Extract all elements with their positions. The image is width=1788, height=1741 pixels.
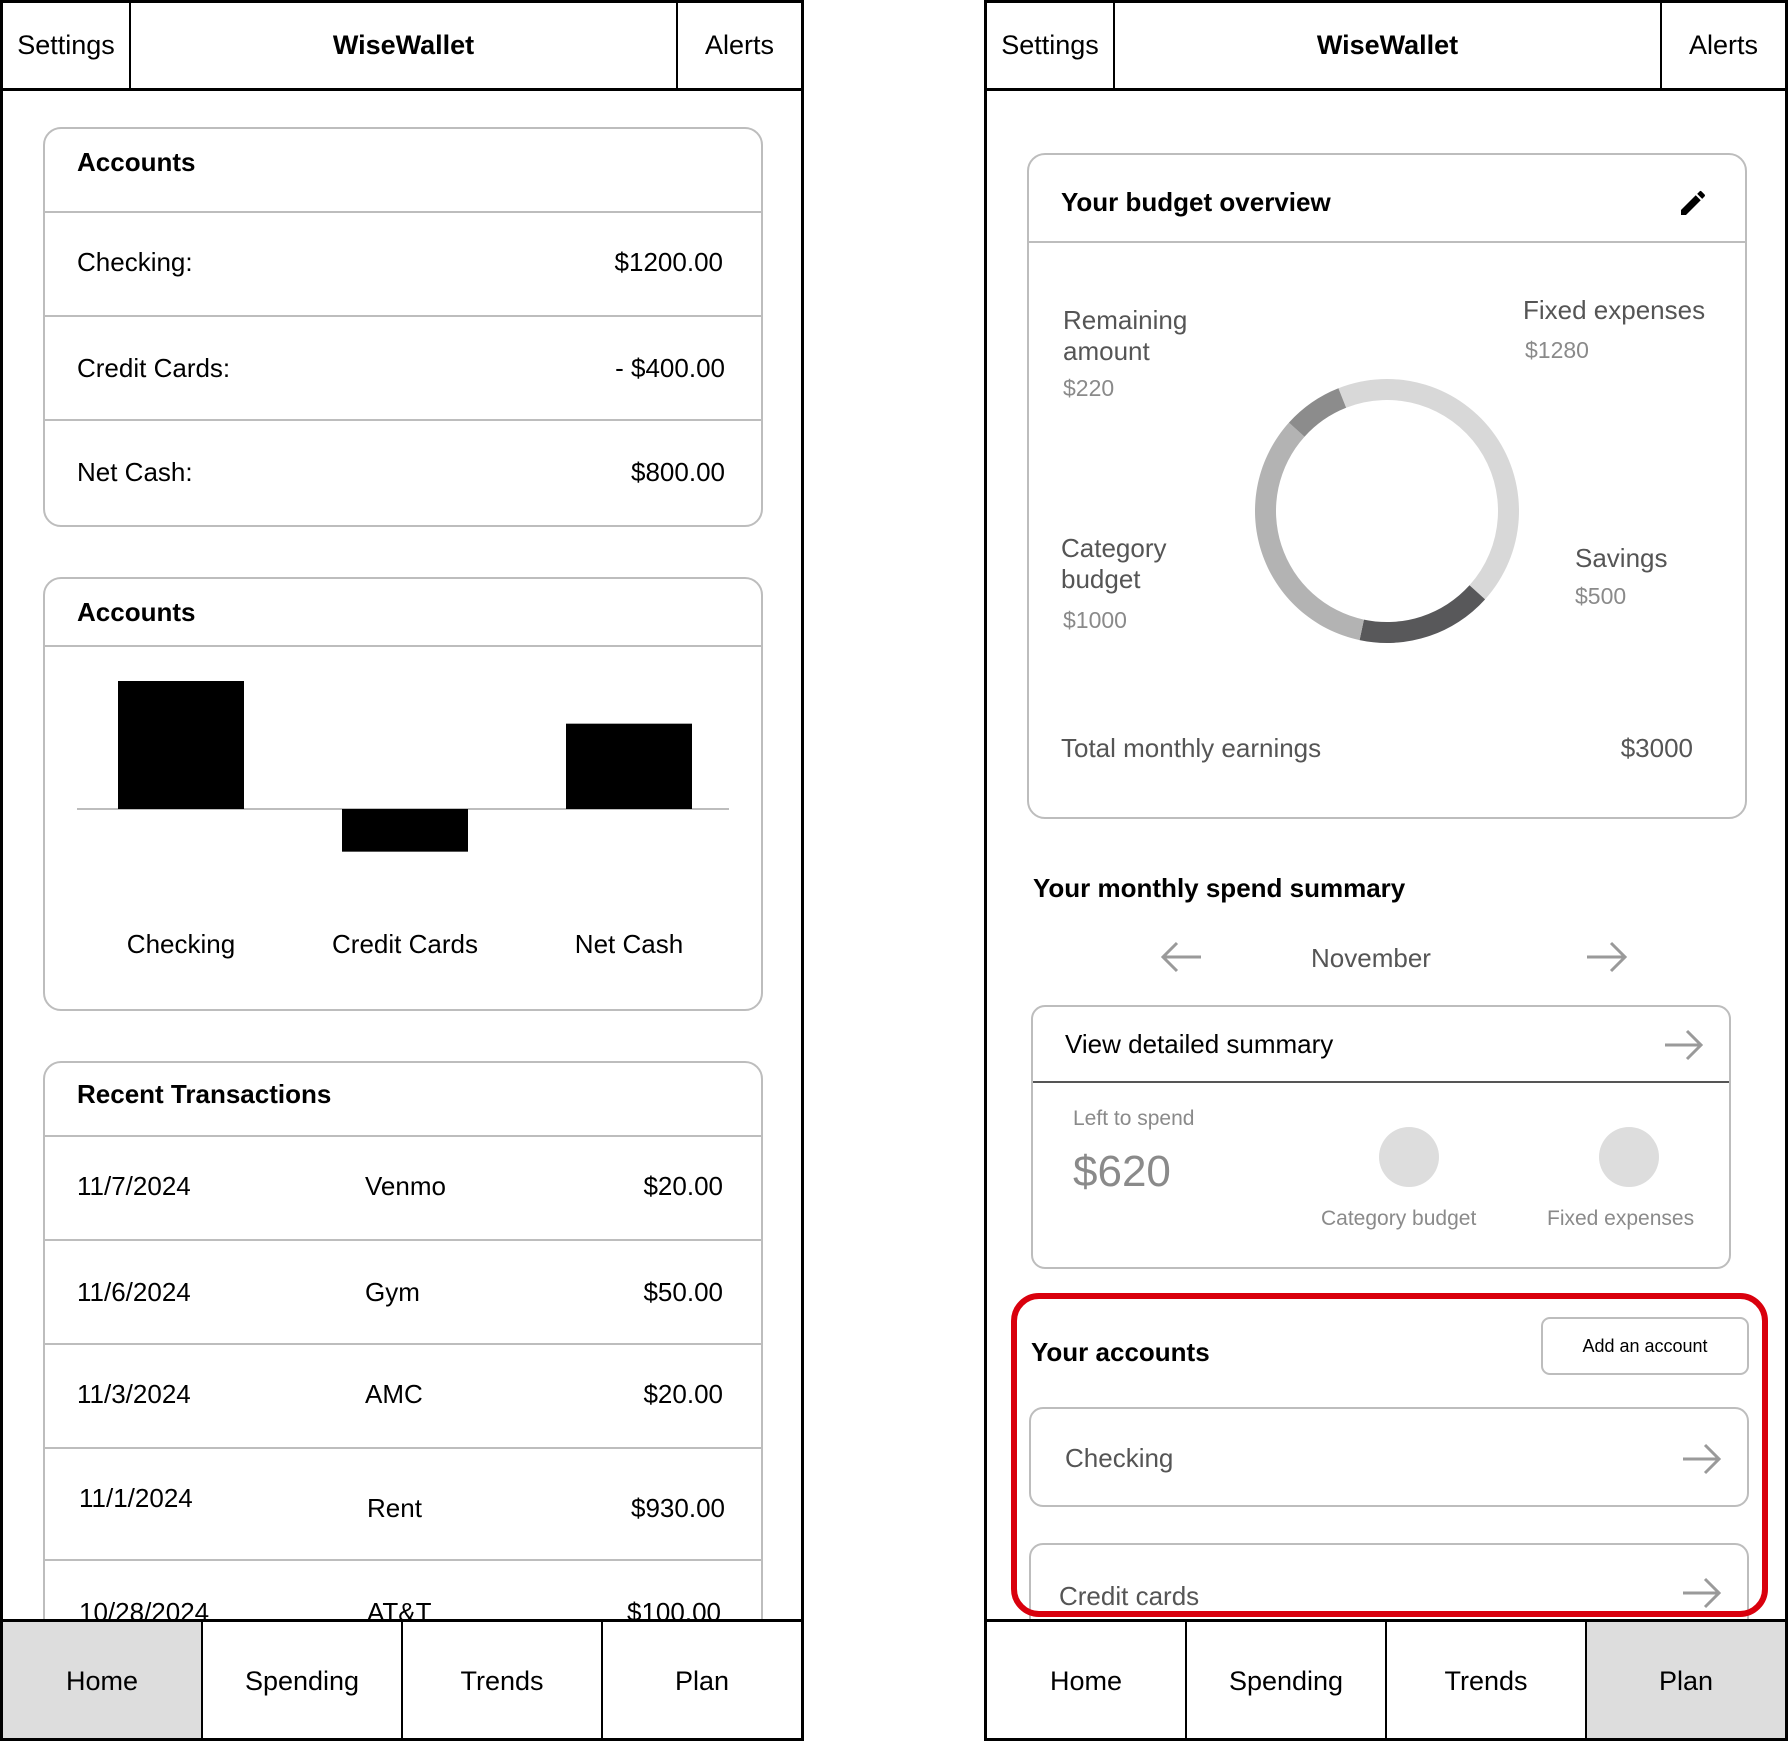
transaction-payee: Gym	[365, 1277, 420, 1307]
transaction-payee: Venmo	[365, 1171, 446, 1201]
bar-net-cash	[566, 723, 692, 809]
bar-label: Credit Cards	[332, 929, 478, 959]
nav-plan[interactable]: Plan	[1587, 1622, 1785, 1738]
alerts-button[interactable]: Alerts	[678, 3, 801, 88]
transaction-date: 11/3/2024	[77, 1379, 191, 1409]
home-screen: Settings WiseWallet Alerts Accounts Chec…	[0, 0, 804, 1741]
transaction-date: 11/1/2024	[79, 1483, 193, 1513]
next-month-button[interactable]	[1583, 939, 1631, 975]
savings-value: $500	[1575, 583, 1627, 609]
bar-label: Net Cash	[575, 929, 683, 959]
account-label: Credit Cards:	[77, 353, 231, 383]
transaction-date: 10/28/2024	[79, 1597, 210, 1621]
top-bar: Settings WiseWallet Alerts	[987, 3, 1785, 91]
settings-button[interactable]: Settings	[3, 3, 129, 88]
account-row-checking[interactable]: Checking: $1200.00	[45, 211, 761, 317]
category-budget-indicator	[1379, 1127, 1439, 1187]
bottom-nav: Home Spending Trends Plan	[3, 1619, 801, 1738]
top-bar: Settings WiseWallet Alerts	[3, 3, 801, 91]
account-label: Net Cash:	[77, 457, 193, 487]
bar-credit-cards	[342, 809, 468, 852]
current-month: November	[1311, 943, 1431, 973]
accounts-chart-card: Accounts Checking Credit Cards Net Cash	[43, 577, 763, 1011]
plan-screen: Settings WiseWallet Alerts Your budget o…	[984, 0, 1788, 1741]
budget-donut-chart	[1255, 379, 1519, 643]
transaction-payee: AMC	[365, 1379, 423, 1409]
left-to-spend-value: $620	[1073, 1147, 1171, 1196]
category-budget-caption: Category budget	[1321, 1207, 1477, 1230]
accounts-card: Accounts Checking: $1200.00 Credit Cards…	[43, 127, 763, 527]
remaining-value: $220	[1063, 375, 1115, 401]
bar-label: Checking	[127, 929, 235, 959]
edit-budget-button[interactable]	[1677, 187, 1709, 219]
donut-slice-remaining-amount	[1288, 388, 1347, 437]
chart-card-title: Accounts	[77, 597, 196, 627]
transaction-amount: $930.00	[631, 1493, 725, 1523]
spend-summary-title: Your monthly spend summary	[1033, 873, 1406, 903]
app-title: WiseWallet	[1316, 30, 1459, 60]
arrow-right-icon	[1665, 1029, 1704, 1061]
transaction-amount: $100.00	[627, 1597, 721, 1621]
bar-checking	[118, 681, 244, 809]
account-value: $1200.00	[614, 247, 723, 277]
accounts-bar-chart: Checking Credit Cards Net Cash	[77, 681, 729, 959]
transaction-row[interactable]: 11/3/2024 AMC $20.00	[45, 1343, 761, 1449]
transaction-amount: $20.00	[643, 1171, 723, 1201]
transaction-amount: $20.00	[643, 1379, 723, 1409]
app-title: WiseWallet	[332, 30, 475, 60]
transaction-date: 11/6/2024	[77, 1277, 191, 1307]
nav-home[interactable]: Home	[3, 1622, 203, 1738]
transactions-title: Recent Transactions	[77, 1079, 332, 1109]
nav-trends[interactable]: Trends	[1387, 1622, 1587, 1738]
prev-month-button[interactable]	[1157, 939, 1205, 975]
nav-plan[interactable]: Plan	[603, 1622, 801, 1738]
spend-summary-card: View detailed summary Left to spend $620…	[1031, 1005, 1731, 1269]
transaction-date: 11/7/2024	[77, 1171, 191, 1201]
total-earnings-value: $3000	[1620, 733, 1693, 763]
nav-home[interactable]: Home	[987, 1622, 1187, 1738]
budget-overview-card: Your budget overview Remaining amount $2…	[1027, 153, 1747, 819]
transaction-payee: AT&T	[367, 1597, 432, 1621]
budget-overview-title: Your budget overview	[1061, 187, 1331, 217]
account-value: $800.00	[631, 457, 725, 487]
transaction-row[interactable]: 11/6/2024 Gym $50.00	[45, 1239, 761, 1345]
transaction-row[interactable]: 11/7/2024 Venmo $20.00	[45, 1135, 761, 1241]
account-value: - $400.00	[615, 353, 725, 383]
transaction-row[interactable]: 10/28/2024 AT&T $100.00	[45, 1559, 761, 1621]
fixed-expenses-indicator	[1599, 1127, 1659, 1187]
alerts-button[interactable]: Alerts	[1662, 3, 1785, 88]
bottom-nav: Home Spending Trends Plan	[987, 1619, 1785, 1738]
highlight-outline	[1011, 1293, 1768, 1617]
view-detailed-summary-row[interactable]: View detailed summary	[1033, 1007, 1729, 1083]
fixed-expenses-caption: Fixed expenses	[1547, 1207, 1695, 1230]
account-label: Checking:	[77, 247, 193, 277]
arrow-right-icon	[1587, 941, 1628, 973]
category-budget-label: Category budget	[1061, 533, 1167, 594]
arrow-left-icon	[1160, 941, 1201, 973]
nav-spending[interactable]: Spending	[203, 1622, 403, 1738]
transaction-row[interactable]: 11/1/2024 Rent $930.00	[45, 1447, 761, 1561]
fixed-expenses-label: Fixed expenses	[1523, 295, 1706, 325]
transaction-payee: Rent	[367, 1493, 422, 1523]
account-row-net-cash[interactable]: Net Cash: $800.00	[45, 419, 761, 525]
pencil-icon	[1681, 190, 1706, 215]
accounts-card-title: Accounts	[77, 147, 196, 177]
remaining-label: Remaining amount	[1063, 305, 1188, 366]
donut-slice-savings	[1359, 585, 1486, 643]
donut-slice-fixed-expenses	[1338, 379, 1519, 600]
account-row-credit-cards[interactable]: Credit Cards: - $400.00	[45, 315, 761, 421]
settings-button[interactable]: Settings	[987, 3, 1113, 88]
donut-slice-category-budget	[1255, 422, 1364, 641]
category-budget-value: $1000	[1063, 607, 1127, 633]
recent-transactions-card: Recent Transactions 11/7/2024 Venmo $20.…	[43, 1061, 763, 1621]
savings-label: Savings	[1575, 543, 1668, 573]
nav-trends[interactable]: Trends	[403, 1622, 603, 1738]
transaction-amount: $50.00	[643, 1277, 723, 1307]
nav-spending[interactable]: Spending	[1187, 1622, 1387, 1738]
view-detailed-summary-label: View detailed summary	[1065, 1029, 1334, 1059]
left-to-spend-label: Left to spend	[1073, 1107, 1195, 1130]
total-earnings-label: Total monthly earnings	[1061, 733, 1322, 763]
